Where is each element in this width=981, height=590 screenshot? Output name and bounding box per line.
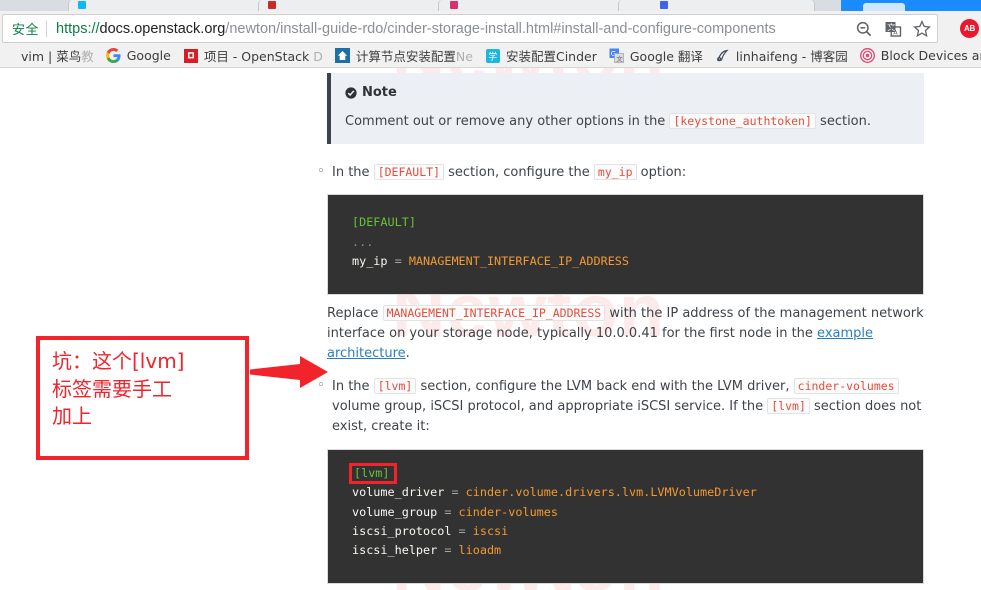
- note-title: Note: [345, 83, 910, 103]
- bookmark-label: linhaifeng - 博客园: [735, 49, 848, 64]
- bookmark-label: 项目 - OpenStack D: [203, 49, 323, 64]
- note-admonition: Note Comment out or remove any other opt…: [327, 73, 924, 145]
- tab-favicon-2: [268, 1, 276, 9]
- lvm-section-highlight: [lvm]: [349, 462, 397, 485]
- ceph-icon: [860, 48, 876, 64]
- inline-code: my_ip: [593, 164, 637, 181]
- tab-favicon-3: [450, 1, 458, 9]
- tab-stub-4[interactable]: [618, 0, 815, 11]
- bookmark-label: Google: [126, 48, 171, 63]
- cnblogs-icon: [715, 48, 731, 64]
- replace-paragraph: Replace MANAGEMENT_INTERFACE_IP_ADDRESS …: [327, 304, 924, 362]
- inline-code: [DEFAULT]: [373, 164, 444, 181]
- openstack-icon: [183, 48, 199, 64]
- url-host: docs.openstack.org: [99, 20, 226, 37]
- omnibox-row: 安全 https://docs.openstack.org/newton/ins…: [0, 11, 981, 44]
- inline-code: MANAGEMENT_INTERFACE_IP_ADDRESS: [382, 304, 606, 321]
- svg-text:A: A: [893, 28, 898, 36]
- tab-stub-2[interactable]: [258, 0, 455, 11]
- bullet-list: In the [DEFAULT] section, configure the …: [310, 162, 950, 183]
- url-path: /newton/install-guide-rdo/cinder-storage…: [225, 20, 776, 37]
- check-circle-icon: [345, 87, 357, 99]
- tab-active[interactable]: [841, 0, 981, 11]
- bookmark-item[interactable]: vim | 菜鸟教: [0, 44, 100, 67]
- tab-favicon-4: [660, 1, 668, 9]
- tab-stub-3[interactable]: [438, 0, 635, 11]
- address-bar[interactable]: 安全 https://docs.openstack.org/newton/ins…: [2, 14, 938, 43]
- bookmark-item[interactable]: Google: [100, 44, 177, 67]
- bookmark-star-icon[interactable]: [913, 19, 931, 38]
- security-indicator-label: 安全: [12, 23, 40, 38]
- bookmark-label: Block Devices and C: [880, 48, 981, 63]
- bullet-lvm-text: In the [lvm] section, configure the LVM …: [332, 378, 922, 435]
- inline-code: [lvm]: [373, 378, 417, 395]
- document-content: Note Comment out or remove any other opt…: [310, 68, 950, 590]
- google-icon: [106, 48, 122, 64]
- translate-icon[interactable]: 文 A: [884, 20, 902, 38]
- bullet-my-ip-text: In the [DEFAULT] section, configure the …: [332, 164, 687, 181]
- bullet-list: In the [lvm] section, configure the LVM …: [310, 376, 950, 437]
- svg-text:文: 文: [617, 54, 624, 63]
- code-block-lvm-section: [lvm] volume_driver = cinder.volume.driv…: [327, 448, 924, 584]
- list-item: In the [DEFAULT] section, configure the …: [310, 162, 950, 183]
- url-text: https://docs.openstack.org/newton/instal…: [47, 21, 776, 37]
- omnibox-icons: 文 A: [855, 15, 931, 42]
- generic-site-icon: [0, 48, 16, 64]
- inline-code: [lvm]: [767, 398, 810, 415]
- note-body: Comment out or remove any other options …: [345, 113, 872, 130]
- url-scheme: https://: [56, 20, 100, 37]
- inline-code: cinder-volumes: [793, 378, 899, 395]
- bookmarks-bar: vim | 菜鸟教 Google 项目 - OpenStack D 计算节点安装…: [0, 44, 981, 68]
- browser-window: 安全 https://docs.openstack.org/newton/ins…: [0, 0, 981, 590]
- bookmark-label: 安装配置Cinder: [505, 49, 597, 64]
- bookmark-label: 计算节点安装配置Ne: [355, 49, 473, 64]
- bookmark-label: Google 翻译: [629, 49, 703, 64]
- bookmark-item[interactable]: 项目 - OpenStack D: [177, 44, 329, 67]
- bookmark-item[interactable]: G 文 Google 翻译: [603, 44, 709, 67]
- inline-code: [keystone_authtoken]: [669, 113, 816, 130]
- svg-text:学: 学: [488, 50, 497, 62]
- bookmark-item[interactable]: linhaifeng - 博客园: [709, 44, 854, 67]
- note-title-text: Note: [362, 85, 397, 100]
- google-translate-icon: G 文: [609, 48, 625, 64]
- code-block-default-my-ip: [DEFAULT] ... my_ip = MANAGEMENT_INTERFA…: [327, 194, 924, 295]
- annotation-arrow-icon: [250, 356, 328, 388]
- extension-badge-ab[interactable]: AB: [960, 19, 979, 38]
- annotation-text: 坑：这个[lvm] 标签需要手工 加上: [52, 349, 185, 429]
- list-item: In the [lvm] section, configure the LVM …: [310, 376, 950, 437]
- zoom-out-icon[interactable]: [855, 20, 873, 38]
- bookmark-label: vim | 菜鸟教: [21, 49, 94, 64]
- annotation-box: 坑：这个[lvm] 标签需要手工 加上: [36, 336, 249, 460]
- bookmark-item[interactable]: 计算节点安装配置Ne: [329, 44, 479, 67]
- tab-stub-1[interactable]: [68, 0, 275, 11]
- tab-favicon-1: [78, 1, 86, 9]
- cyan-note-icon: 学: [485, 48, 501, 64]
- page-viewport: Newton Newton Newton Note Comment out or…: [0, 68, 981, 590]
- home-blue-icon: [335, 48, 351, 64]
- bookmark-item[interactable]: Block Devices and C: [854, 44, 981, 67]
- bookmark-item[interactable]: 学 安装配置Cinder: [479, 44, 603, 67]
